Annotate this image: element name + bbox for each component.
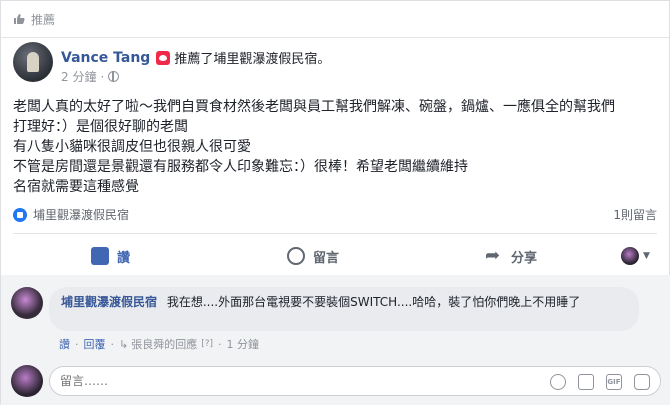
post-meta: 2 分鐘 · [61, 68, 120, 85]
commenter-avatar[interactable] [11, 287, 43, 319]
share-icon [485, 245, 503, 266]
gif-icon[interactable]: GIF [606, 374, 622, 390]
camera-icon[interactable] [578, 374, 594, 390]
reply-arrow-icon: ↳ [119, 337, 129, 351]
like-label: 讚 [117, 250, 131, 266]
author-avatar[interactable] [13, 42, 53, 82]
like-button[interactable]: 讚 [91, 247, 130, 266]
chevron-down-icon: ▼ [643, 251, 650, 261]
composer-icons: GIF [538, 374, 650, 390]
comment-count[interactable]: 1則留言 [613, 206, 657, 223]
comment-label: 留言 [313, 250, 340, 266]
place-name[interactable]: 埔里觀瀑渡假民宿 [33, 206, 129, 223]
commenter-name[interactable]: 埔里觀瀑渡假民宿 [61, 295, 157, 309]
share-button[interactable]: 分享 [485, 245, 538, 266]
post-body: 老闆人真的太好了啦～我們自買食材然後老闆與員工幫我們解凍、碗盤，鍋爐、一應俱全的… [13, 97, 663, 197]
globe-icon[interactable] [108, 71, 120, 82]
author-line: Vance Tang 推薦了埔里觀瀑渡假民宿。 [61, 48, 330, 68]
post-action-text[interactable]: 推薦了埔里觀瀑渡假民宿。 [174, 48, 330, 67]
post-text-line: 老闆人真的太好了啦～我們自買食材然後老闆與員工幫我們解凍、碗盤，鍋爐、一應俱全的… [13, 99, 615, 115]
separator: · [75, 337, 79, 351]
author-name[interactable]: Vance Tang [61, 50, 150, 66]
thumbs-up-icon [14, 14, 25, 24]
header-divider [1, 37, 669, 38]
recommend-heart-icon [156, 50, 171, 65]
like-icon [91, 247, 109, 265]
viewer-avatar [621, 247, 639, 265]
place-link[interactable]: 埔里觀瀑渡假民宿 [13, 206, 129, 223]
post-as-selector[interactable]: ▼ [621, 247, 650, 265]
post-text-line: 名宿就需要這種感覺 [13, 179, 139, 195]
comment-like-link[interactable]: 讚 [59, 336, 70, 352]
comment-reply-link[interactable]: 回覆 [84, 336, 106, 352]
comment-text: 我在想....外面那台電視要不要裝個SWITCH....哈哈，裝了怕你們晚上不用… [166, 295, 581, 309]
sticker-icon[interactable] [634, 374, 650, 390]
share-label: 分享 [511, 250, 538, 266]
post-card: 推薦 Vance Tang 推薦了埔里觀瀑渡假民宿。 2 分鐘 · 老闆人真的太… [0, 0, 670, 405]
meta-separator: · [100, 69, 105, 84]
comment-icon [287, 247, 305, 265]
like-badge-icon [13, 207, 27, 222]
separator: · [110, 337, 115, 351]
comment-time[interactable]: 1 分鐘 [227, 336, 260, 352]
separator: · [218, 337, 222, 351]
edit-mark[interactable]: [?] [201, 339, 213, 349]
emoji-icon[interactable] [550, 374, 566, 390]
post-header: 推薦 [13, 9, 55, 29]
header-label: 推薦 [31, 12, 56, 27]
comment-actions: 讚 · 回覆 · ↳ 張良舜的回應 [?] · 1 分鐘 [59, 336, 259, 352]
action-bar: 讚 留言 分享 ▼ [1, 233, 670, 279]
comment-input[interactable] [60, 374, 480, 388]
comments-section: 埔里觀瀑渡假民宿 我在想....外面那台電視要不要裝個SWITCH....哈哈，… [1, 275, 670, 405]
my-avatar [11, 365, 43, 397]
comment-composer[interactable]: GIF [49, 366, 661, 396]
post-time[interactable]: 2 分鐘 [61, 68, 96, 85]
post-text-line: 不管是房間還是景觀還有服務都令人印象難忘：）很棒！希望老闆繼續維持 [13, 159, 468, 175]
post-text-line: 有八隻小貓咪很調皮但也很親人很可愛 [13, 139, 251, 155]
comment-button[interactable]: 留言 [287, 247, 339, 266]
reply-by-text: 張良舜的回應 [131, 338, 198, 351]
comment-bubble: 埔里觀瀑渡假民宿 我在想....外面那台電視要不要裝個SWITCH....哈哈，… [49, 287, 639, 331]
post-text-line: 打理好：）是個很好聊的老闆 [13, 119, 188, 135]
